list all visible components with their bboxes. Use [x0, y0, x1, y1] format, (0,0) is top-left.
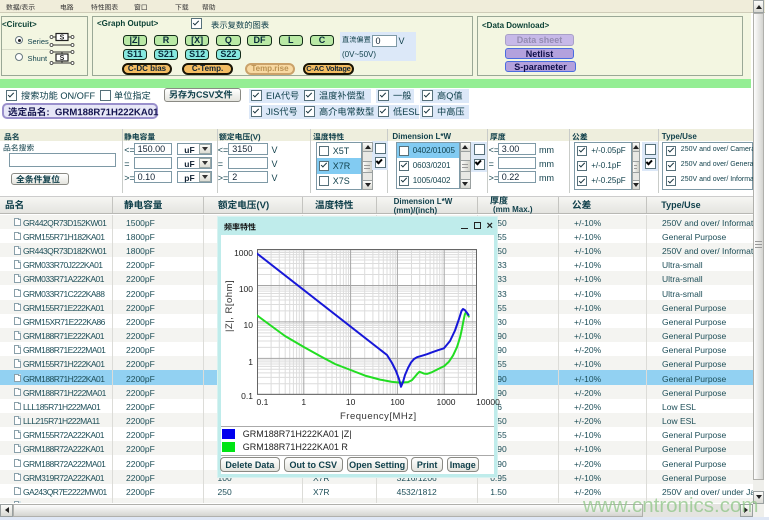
svg-text:S: S [60, 55, 65, 62]
svg-text:S: S [60, 35, 65, 42]
